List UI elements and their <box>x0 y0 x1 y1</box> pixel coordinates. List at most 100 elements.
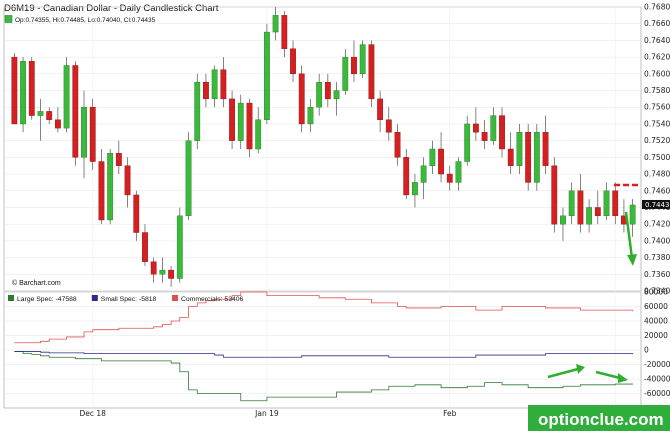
candle-body <box>211 69 218 100</box>
price-y-tick-label: 0.76200 <box>644 53 670 62</box>
x-tick-label: Dec 18 <box>80 409 107 418</box>
candle-body <box>577 190 584 225</box>
barchart-credit: © Barchart.com <box>12 279 61 287</box>
price-y-tick-label: 0.74800 <box>644 170 670 179</box>
cot-y-tick-label: -40000 <box>644 375 670 384</box>
cot-y-axis: 80000 60000 40000 20000 0 -20000 -40000 -60000 <box>644 288 670 399</box>
candle-body <box>368 44 375 100</box>
candle-body <box>472 123 479 133</box>
cot-legend: Large Spec: -47588 Small Spec: -5818 Comme… <box>8 295 244 303</box>
candle-body <box>107 152 114 221</box>
candle-body <box>316 81 323 108</box>
cot-y-tick-label: -60000 <box>644 389 670 398</box>
candle-body <box>403 157 410 196</box>
candle-body <box>203 81 209 100</box>
cot-legend-swatch <box>91 295 98 301</box>
price-y-tick-label: 0.76000 <box>644 69 670 78</box>
candle-body <box>142 232 148 262</box>
candle-body <box>220 69 227 100</box>
candle-body <box>229 98 235 141</box>
price-y-tick-label: 0.76400 <box>644 36 670 45</box>
large-spec-down-arrow <box>595 370 628 383</box>
candle-body <box>290 48 296 75</box>
svg-text:0.74435: 0.74435 <box>645 201 670 209</box>
candle-body <box>11 56 18 125</box>
price-y-tick-label: 0.75400 <box>644 119 670 128</box>
price-y-tick-label: 0.75600 <box>644 103 670 112</box>
cot-y-tick-label: 0 <box>644 346 649 355</box>
candle-body <box>420 165 427 183</box>
candle-body <box>263 31 270 120</box>
cot-legend-swatch <box>172 295 178 301</box>
price-y-tick-label: 0.75000 <box>644 153 670 162</box>
price-y-tick-label: 0.74000 <box>644 236 670 245</box>
candle-body <box>98 161 105 221</box>
large-spec-up-arrow <box>547 364 585 379</box>
candle-body <box>551 165 558 225</box>
cot-legend-label: Large Spec: -47588 <box>17 296 77 303</box>
candle-body <box>560 215 566 225</box>
candle-body <box>603 190 610 217</box>
candle-body <box>54 119 61 129</box>
candle-body <box>28 61 35 116</box>
candle-body <box>255 119 262 150</box>
price-y-tick-label: 0.73800 <box>644 253 670 262</box>
price-y-tick-label: 0.73600 <box>644 270 670 279</box>
candle-body <box>124 165 131 196</box>
candle-body <box>359 44 366 75</box>
candle-body <box>455 161 462 183</box>
candle-body <box>612 190 619 217</box>
price-y-tick-label: 0.74200 <box>644 220 670 229</box>
candle-body <box>168 269 175 279</box>
cot-series-line <box>14 351 634 358</box>
candle-body <box>237 102 244 141</box>
candle-body <box>272 15 279 33</box>
candle-body <box>464 123 471 162</box>
candle-body <box>594 207 601 217</box>
cot-y-tick-label: 40000 <box>644 317 668 326</box>
candle-body <box>394 132 401 158</box>
candle-body <box>525 132 532 183</box>
candle-body <box>377 98 384 120</box>
cot-y-tick-label: 20000 <box>644 331 668 340</box>
candle-body <box>499 115 505 150</box>
candle-body <box>133 194 140 233</box>
candle-body <box>481 132 488 141</box>
ohlc-legend: Op:0.74355, Hi:0.74485, Lo:0.74040, Cl:0… <box>4 15 156 24</box>
candle-body <box>333 90 340 100</box>
candle-body <box>20 61 26 125</box>
x-tick-label: Jan 19 <box>254 409 279 418</box>
chart-canvas: D6M19 - Canadian Dollar - Daily Candlest… <box>3 3 670 431</box>
candle-body <box>568 190 575 217</box>
candle-body <box>307 107 314 125</box>
watermark-text: optionclue.com <box>538 410 664 429</box>
candle-body <box>533 132 540 183</box>
candle-body <box>159 269 166 275</box>
candle-body <box>542 132 549 166</box>
candle-body <box>507 148 514 166</box>
candle-body <box>516 132 523 166</box>
candle-body <box>185 140 192 217</box>
price-y-tick-label: 0.74600 <box>644 186 670 195</box>
candle-body <box>412 182 418 196</box>
cot-y-tick-label: 80000 <box>644 288 668 297</box>
candle-body <box>298 73 305 125</box>
candle-body <box>115 152 122 166</box>
candle-body <box>246 102 253 150</box>
cot-legend-label: Commercials: 53406 <box>181 296 244 303</box>
cot-legend-swatch <box>8 295 14 301</box>
price-y-axis: 0.76800 0.76600 0.76400 0.76200 0.76000 0.758… <box>644 3 670 296</box>
candle-body <box>194 81 201 141</box>
candle-body <box>490 115 497 141</box>
candle-body <box>324 81 331 100</box>
candlestick-series <box>11 7 636 287</box>
x-tick-label: Feb <box>443 409 457 418</box>
last-price-tag: 0.74435 <box>642 199 670 209</box>
candle-body <box>429 148 436 166</box>
ohlc-legend-text: Op:0.74355, Hi:0.74485, Lo:0.74040, Cl:0… <box>15 17 156 24</box>
cot-y-tick-label: -20000 <box>644 360 670 369</box>
candle-body <box>46 111 53 120</box>
cot-lines <box>14 291 634 402</box>
candle-body <box>176 215 183 279</box>
candle-body <box>63 65 70 129</box>
